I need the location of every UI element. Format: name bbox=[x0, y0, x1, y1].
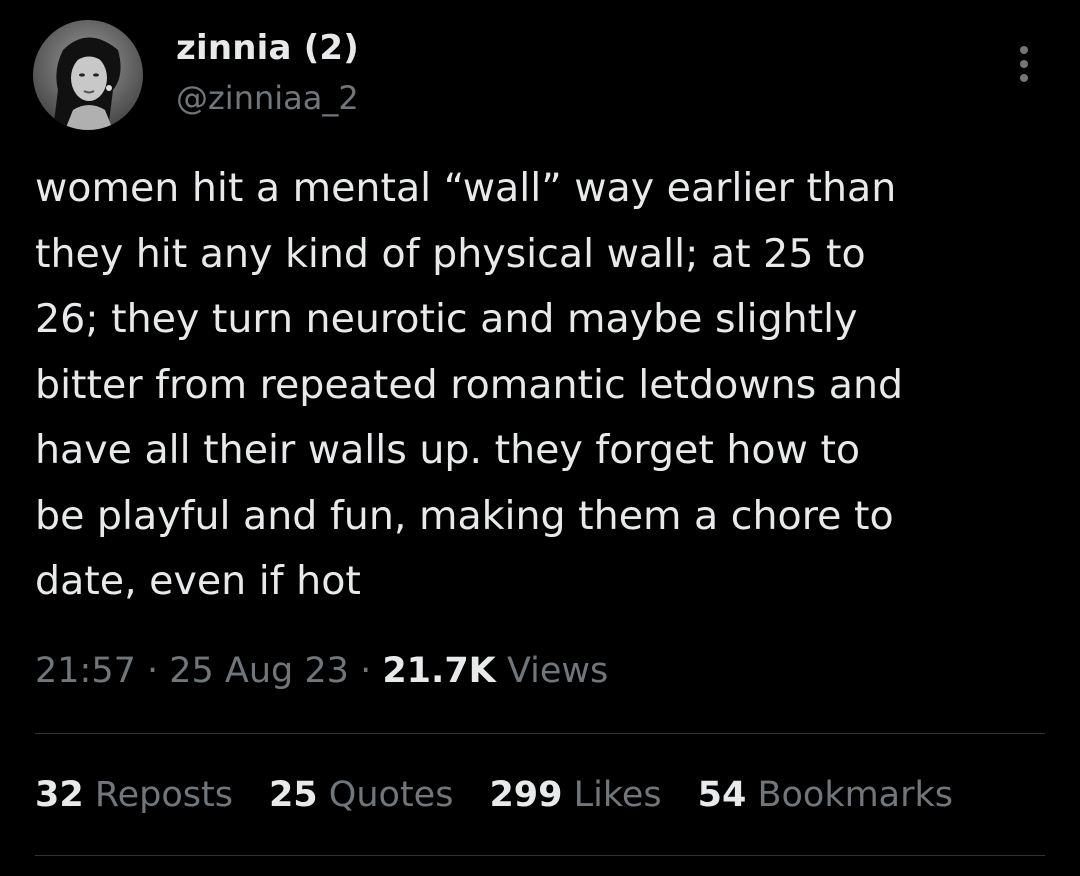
reposts-label: Reposts bbox=[83, 775, 233, 815]
bookmarks-stat[interactable]: 54 Bookmarks bbox=[698, 775, 953, 815]
engagement-stats: 32 Reposts 25 Quotes 299 Likes 54 Bookma… bbox=[35, 775, 953, 815]
bookmarks-count: 54 bbox=[697, 775, 747, 815]
meta-separator: · bbox=[348, 651, 383, 691]
quotes-stat[interactable]: 25 Quotes bbox=[269, 775, 453, 815]
divider bbox=[35, 733, 1045, 734]
reposts-stat[interactable]: 32 Reposts bbox=[35, 775, 233, 815]
reposts-count: 32 bbox=[35, 775, 84, 815]
divider bbox=[35, 855, 1045, 856]
quotes-label: Quotes bbox=[317, 775, 454, 815]
tweet-meta: 21:57 · 25 Aug 23 · 21.7K Views bbox=[35, 651, 608, 691]
views-count: 21.7K bbox=[382, 651, 496, 691]
likes-label: Likes bbox=[562, 775, 662, 815]
likes-count: 299 bbox=[489, 775, 563, 815]
tweet-text: women hit a mental “wall” way earlier th… bbox=[35, 165, 904, 604]
meta-separator: · bbox=[135, 651, 170, 691]
tweet-time[interactable]: 21:57 bbox=[35, 651, 136, 691]
tweet-date[interactable]: 25 Aug 23 bbox=[169, 651, 349, 691]
quotes-count: 25 bbox=[268, 775, 318, 815]
views-label: Views bbox=[495, 651, 609, 691]
bookmarks-label: Bookmarks bbox=[746, 775, 954, 815]
user-handle[interactable]: @zinniaa_2 bbox=[176, 79, 359, 117]
display-name[interactable]: zinnia (2) bbox=[176, 28, 359, 68]
more-vertical-icon bbox=[1020, 46, 1028, 82]
more-options-button[interactable] bbox=[1002, 38, 1046, 90]
profile-photo-icon bbox=[33, 20, 143, 130]
avatar[interactable] bbox=[33, 20, 143, 130]
likes-stat[interactable]: 299 Likes bbox=[489, 775, 661, 815]
